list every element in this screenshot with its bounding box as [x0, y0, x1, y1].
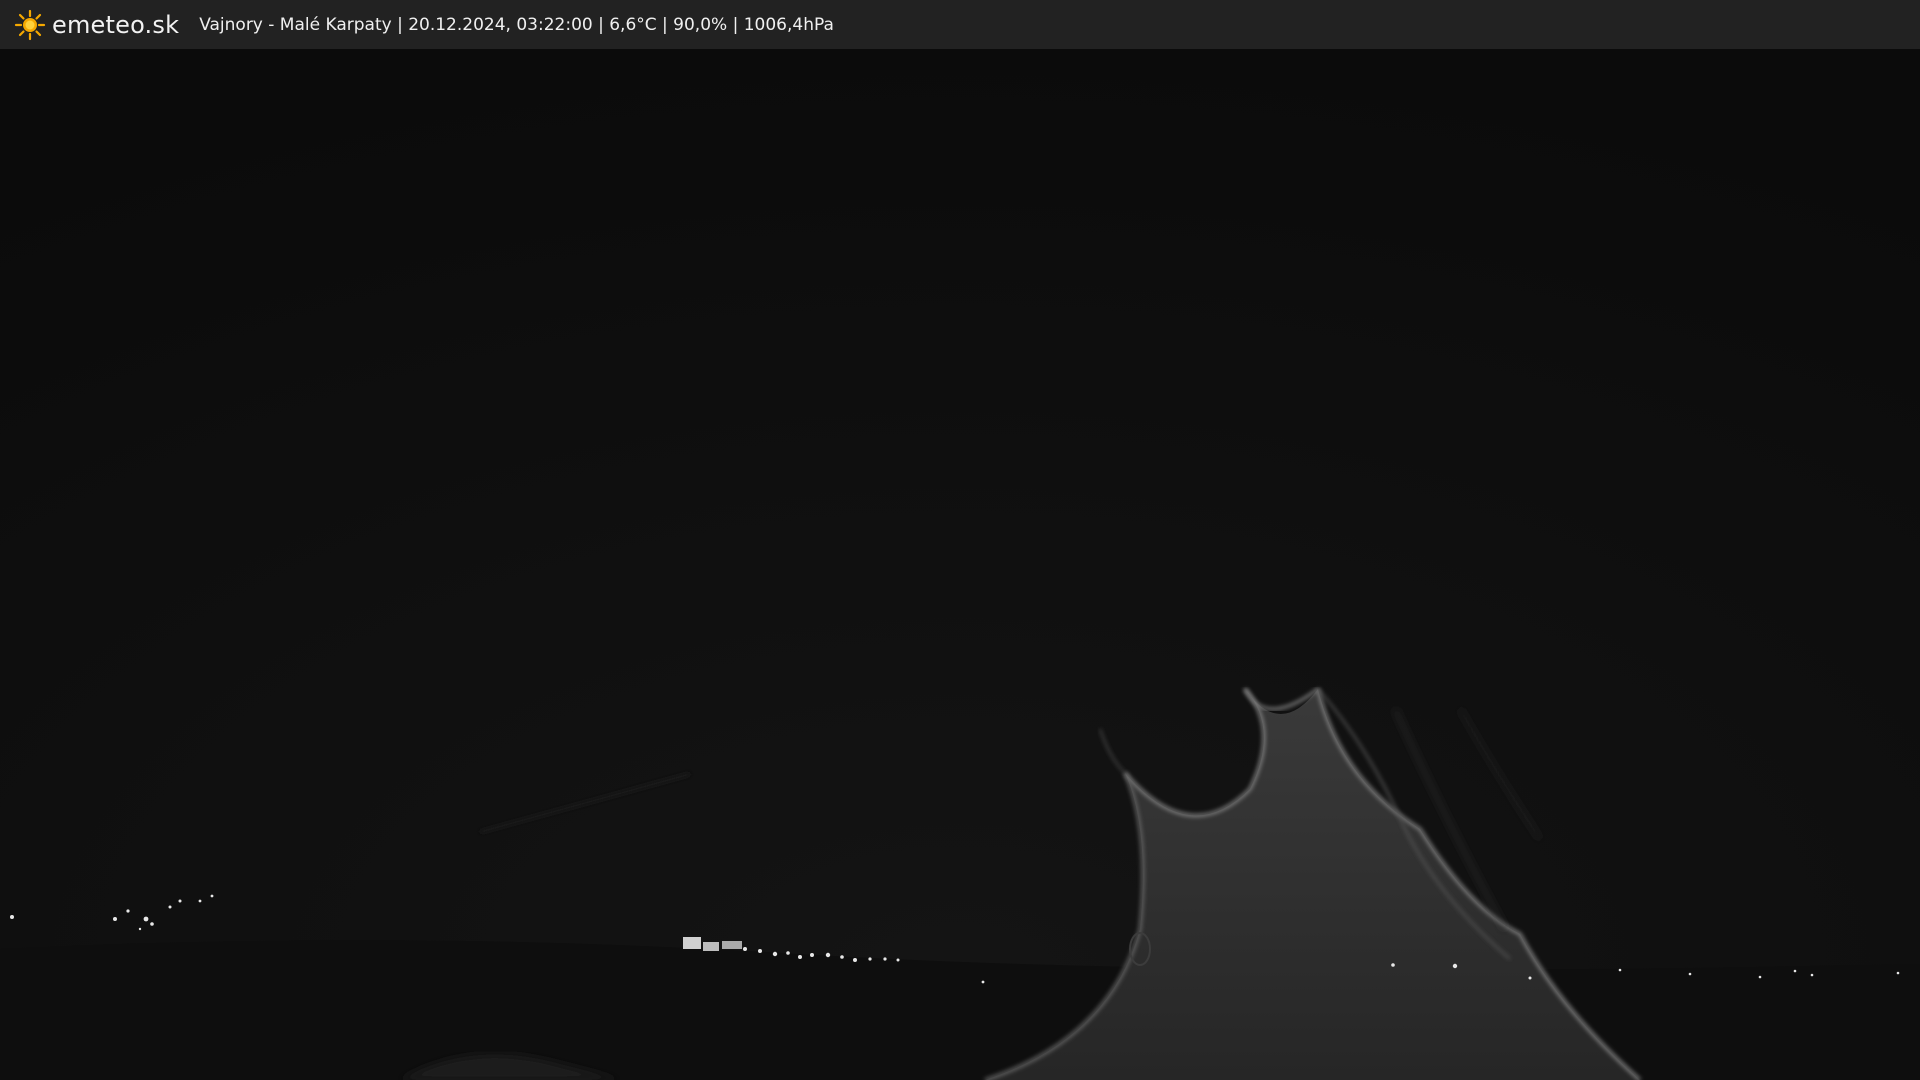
station-info: Vajnory - Malé Karpaty | 20.12.2024, 03:… [199, 14, 834, 35]
webcam-viewport: emeteo.sk Vajnory - Malé Karpaty | 20.12… [0, 0, 1920, 1080]
brand-name: emeteo.sk [52, 10, 180, 39]
header-bar: emeteo.sk Vajnory - Malé Karpaty | 20.12… [0, 0, 1920, 49]
sun-icon [14, 9, 46, 40]
site-logo[interactable]: emeteo.sk [14, 0, 199, 49]
webcam-image [0, 49, 1920, 1080]
